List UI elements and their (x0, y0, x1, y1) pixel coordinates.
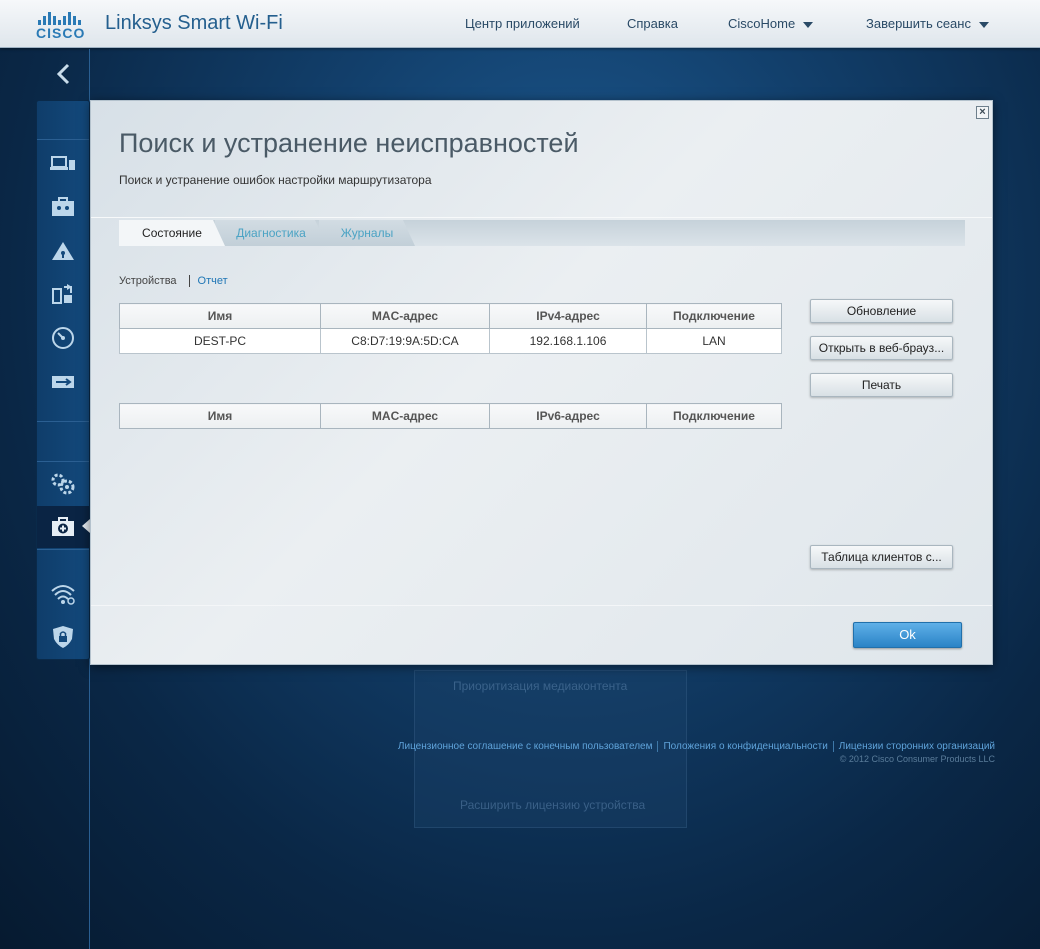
column-header-ipv6: IPv6-адрес (489, 403, 647, 429)
cell-connection: LAN (646, 328, 782, 354)
cell-ipv4-address: 192.168.1.106 (489, 328, 647, 354)
print-button[interactable]: Печать (810, 373, 953, 397)
parental-controls-icon (52, 242, 74, 260)
client-table-button[interactable]: Таблица клиентов с... (810, 545, 953, 569)
dialog-title: Поиск и устранение неисправностей (119, 128, 579, 158)
close-icon: × (979, 106, 986, 118)
column-header-name: Имя (119, 303, 321, 329)
usb-storage-icon (52, 376, 74, 388)
subnav: Устройства Отчет (119, 275, 228, 288)
sidebar-collapse-button[interactable] (36, 49, 89, 99)
tab-logs[interactable]: Журналы (319, 220, 415, 246)
sidebar-divider (37, 139, 89, 140)
nav-account-menu[interactable]: CiscoHome (728, 16, 814, 31)
dialog-subtitle: Поиск и устранение ошибок настройки марш… (119, 173, 432, 187)
column-header-ipv4: IPv4-адрес (489, 303, 647, 329)
cell-mac-address: C8:D7:19:9A:5D:CA (320, 328, 490, 354)
sidebar-item-parental-controls[interactable] (37, 231, 89, 271)
sidebar-item-connectivity[interactable] (37, 464, 89, 504)
sidebar (36, 100, 90, 660)
tab-bar: Состояние Диагностика Журналы (119, 220, 965, 246)
copyright: © 2012 Cisco Consumer Products LLC (839, 754, 995, 765)
footer-link-third-party[interactable]: Лицензии сторонних организаций (839, 741, 995, 752)
wireless-icon (51, 585, 75, 605)
nav-account-label: CiscoHome (728, 16, 796, 31)
subnav-separator (188, 275, 190, 288)
table-header-row: Имя MAC-адрес IPv6-адрес Подключение (119, 403, 782, 429)
close-button[interactable]: × (976, 106, 989, 119)
sidebar-item-wireless[interactable] (37, 574, 89, 614)
media-prioritization-icon (52, 284, 72, 304)
tab-diagnostics[interactable]: Диагностика (215, 220, 327, 246)
top-header: CISCO Linksys Smart Wi-Fi Центр приложен… (0, 0, 1040, 48)
footer-link-privacy[interactable]: Положения о конфиденциальности (663, 741, 827, 752)
cisco-logo: CISCO (36, 9, 94, 41)
column-header-connection: Подключение (646, 403, 782, 429)
cisco-logo-bars (38, 9, 94, 25)
gear-icon (51, 473, 75, 495)
nav-app-center[interactable]: Центр приложений (465, 16, 580, 31)
footer-legal: Лицензионное соглашение с конечным польз… (398, 741, 995, 764)
column-header-connection: Подключение (646, 303, 782, 329)
footer-link-eula[interactable]: Лицензионное соглашение с конечным польз… (398, 741, 653, 752)
tab-status[interactable]: Состояние (119, 220, 225, 246)
subnav-report[interactable]: Отчет (198, 275, 228, 287)
sidebar-item-media-prioritization[interactable] (37, 274, 89, 314)
sidebar-item-guest-access[interactable] (37, 187, 89, 227)
footer-link-separator (832, 741, 834, 752)
troubleshooting-dialog: × Поиск и устранение неисправностей Поис… (90, 100, 993, 665)
open-in-browser-button[interactable]: Открыть в веб-брауз... (810, 336, 953, 360)
sidebar-divider (37, 461, 89, 462)
ok-button[interactable]: Ok (853, 622, 962, 648)
guest-access-icon (52, 197, 74, 216)
cell-device-name: DEST-PC (119, 328, 321, 354)
troubleshooting-icon (52, 517, 74, 536)
app-title: Linksys Smart Wi-Fi (105, 12, 283, 34)
column-header-mac: MAC-адрес (320, 403, 490, 429)
sidebar-divider (37, 421, 89, 422)
background-widget-title: Приоритизация медиаконтента (453, 679, 628, 693)
nav-help[interactable]: Справка (627, 16, 678, 31)
sidebar-item-speed-test[interactable] (37, 318, 89, 358)
nav-logout-label: Завершить сеанс (866, 16, 971, 31)
sidebar-item-security[interactable] (37, 617, 89, 657)
background-widget-link: Расширить лицензию устройства (460, 798, 646, 812)
chevron-down-icon (978, 21, 989, 28)
sidebar-item-usb-storage[interactable] (37, 362, 89, 402)
active-item-pointer (82, 519, 90, 533)
sidebar-item-device-list[interactable] (37, 144, 89, 184)
refresh-button[interactable]: Обновление (810, 299, 953, 323)
chevron-down-icon (803, 21, 814, 28)
column-header-name: Имя (119, 403, 321, 429)
ipv6-devices-table: Имя MAC-адрес IPv6-адрес Подключение (119, 403, 782, 429)
nav-logout-menu[interactable]: Завершить сеанс (866, 16, 989, 31)
footer-link-separator (657, 741, 659, 752)
ipv4-devices-table: Имя MAC-адрес IPv4-адрес Подключение DES… (119, 303, 782, 354)
footer-links: Лицензионное соглашение с конечным польз… (398, 741, 995, 752)
table-row[interactable]: DEST-PC C8:D7:19:9A:5D:CA 192.168.1.106 … (119, 328, 782, 354)
column-header-mac: MAC-адрес (320, 303, 490, 329)
footer-divider (91, 605, 992, 606)
header-divider (91, 217, 992, 218)
sidebar-divider (37, 549, 89, 550)
shield-icon (53, 626, 73, 648)
chevron-left-icon (56, 63, 69, 85)
subnav-devices[interactable]: Устройства (119, 275, 177, 287)
speed-test-icon (52, 327, 74, 349)
device-list-icon (50, 156, 75, 170)
cisco-logo-word: CISCO (36, 25, 86, 41)
table-header-row: Имя MAC-адрес IPv4-адрес Подключение (119, 303, 782, 329)
